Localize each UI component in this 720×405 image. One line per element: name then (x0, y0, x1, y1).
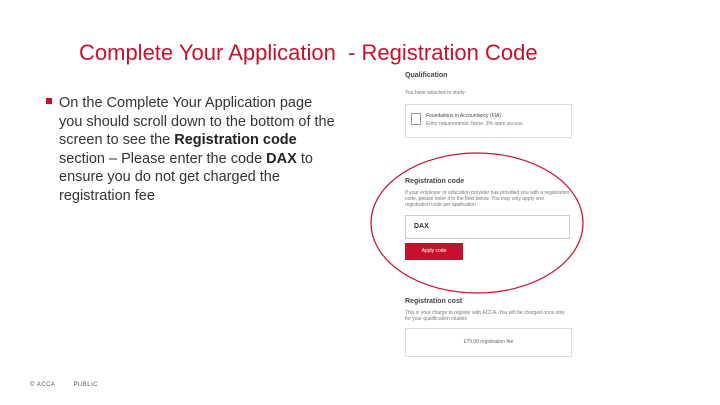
slide-title: Complete Your Application - Registration… (79, 40, 538, 65)
bullet-marker (46, 98, 52, 104)
qualification-heading: Qualification (405, 72, 448, 79)
registration-code-value: DAX (414, 223, 429, 230)
instruction-bullet: On the Complete Your Application page yo… (46, 94, 336, 205)
bullet-bold-dax: DAX (266, 150, 297, 167)
registration-code-input[interactable]: DAX (405, 215, 570, 239)
registration-fee: £79.00 registration fee (463, 339, 514, 345)
bullet-bold-registration-code: Registration code (174, 132, 297, 148)
registration-cost-heading: Registration cost (405, 298, 463, 305)
apply-code-button[interactable]: Apply code (405, 243, 463, 260)
registration-fee-box: £79.00 registration fee (405, 328, 572, 357)
footer-copyright: © ACCA (30, 382, 56, 388)
registration-cost-help: This is your charge to register with ACC… (405, 310, 565, 322)
bullet-text: On the Complete Your Application page yo… (59, 94, 336, 205)
footer: © ACCA PUBLIC (30, 382, 98, 388)
application-screenshot: Qualification You have selected to study… (395, 66, 577, 360)
registration-code-heading: Registration code (405, 178, 465, 185)
selected-label: You have selected to study: (405, 90, 466, 96)
qualification-name: Foundations in Accountancy (FIA) (426, 113, 502, 119)
qualification-entry: Entry requirements: None. 3% open access (426, 121, 523, 127)
registration-code-help: If your employer or education provider h… (405, 190, 570, 208)
bullet-text-part2: section – Please enter the code (59, 150, 267, 167)
qualification-card: Foundations in Accountancy (FIA) Entry r… (405, 104, 572, 138)
footer-classification: PUBLIC (73, 382, 99, 388)
document-icon (411, 113, 421, 125)
